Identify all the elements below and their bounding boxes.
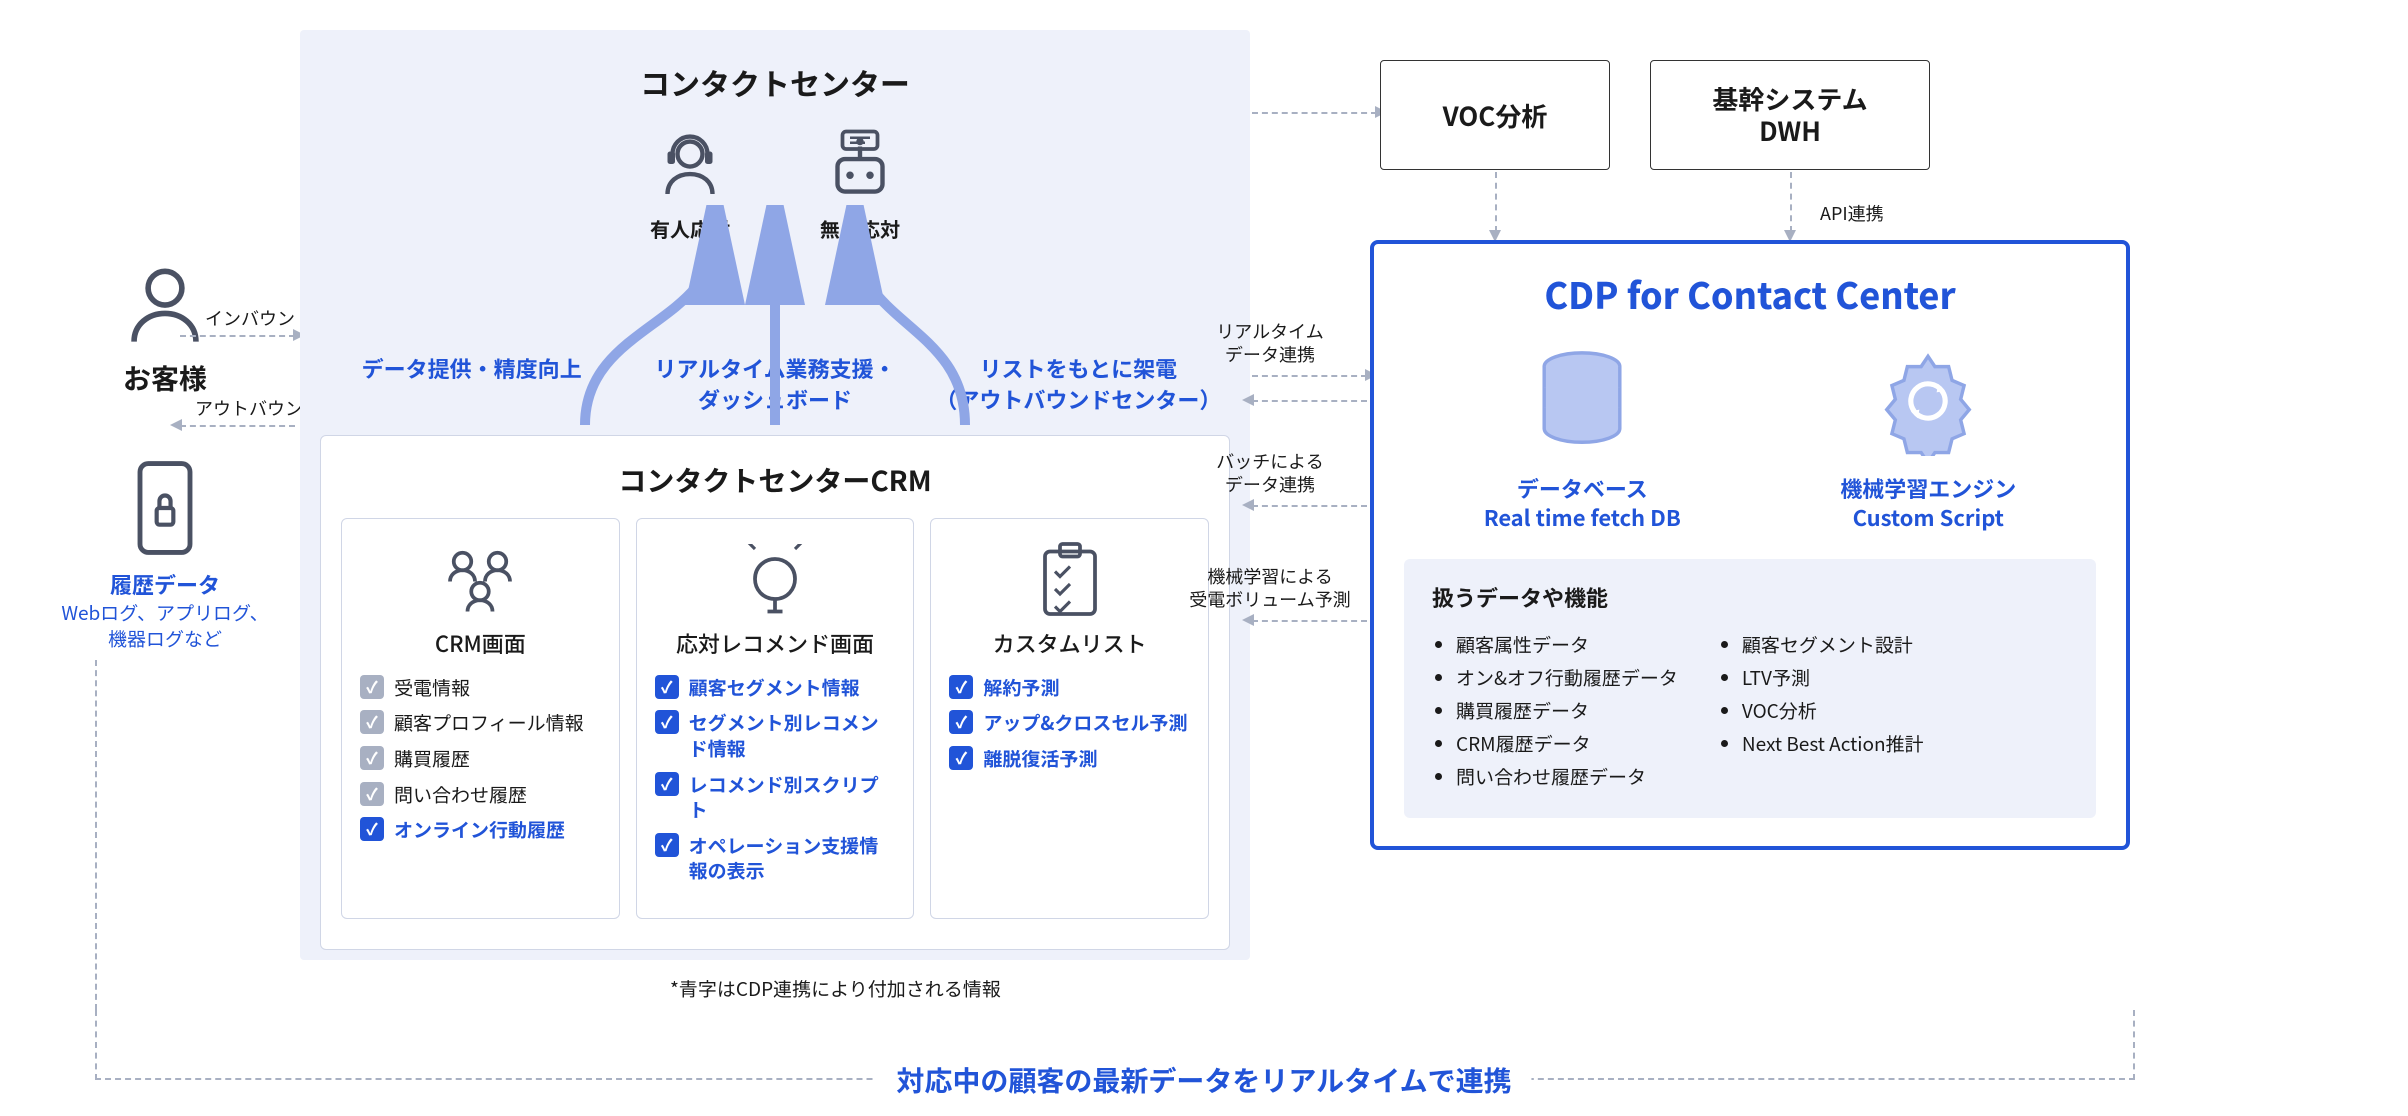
crm-item-label: 顧客プロフィール情報 <box>394 710 584 736</box>
cdp-ml-engine: 機械学習エンジンCustom Script <box>1840 346 2016 531</box>
footnote-text: *青字はCDP連携により付加される情報 <box>670 975 1001 1002</box>
inbound-label: インバウンド <box>205 305 313 331</box>
contact-center-title: コンタクトセンター <box>320 60 1230 104</box>
check-icon <box>949 675 973 699</box>
cc-voc-arrow <box>1252 112 1377 114</box>
customer-label: お客様 <box>60 358 270 398</box>
cdp-data-item: 問い合わせ履歴データ <box>1456 763 1678 790</box>
api-label: API連携 <box>1820 200 1884 226</box>
crm-item-label: 受電情報 <box>394 675 470 701</box>
cdp-data-box: 扱うデータや機能 顧客属性データオン&オフ行動履歴データ購買履歴データ CRM履歴… <box>1404 559 2096 818</box>
cdp-data-title: 扱うデータや機能 <box>1432 581 2068 613</box>
history-desc: Webログ、アプリログ、 機器ログなど <box>60 600 270 651</box>
crm-item-label: 問い合わせ履歴 <box>394 782 527 808</box>
crm-item-label: 購買履歴 <box>394 746 470 772</box>
crm-item: 問い合わせ履歴 <box>360 782 601 808</box>
cdp-data-item: 顧客属性データ <box>1456 631 1678 658</box>
cdp-data-right: 顧客セグメント設計 LTV予測 VOC分析 Next Best Action推計 <box>1718 625 1924 796</box>
flow-label-2: リアルタイム業務支援・ダッシュボード <box>623 353 926 415</box>
check-icon <box>655 833 679 857</box>
cdp-box: CDP for Contact Center データベースReal time f… <box>1370 240 2130 850</box>
crm-item: 購買履歴 <box>360 746 601 772</box>
crm-item-label: オペレーション支援情報の表示 <box>689 833 896 884</box>
history-title: 履歴データ <box>60 568 270 600</box>
crm-col-icon <box>655 539 896 619</box>
crm-col-icon <box>360 539 601 619</box>
chatbot-icon <box>820 124 900 204</box>
crm-item: 顧客セグメント情報 <box>655 675 896 701</box>
flow-labels: データ提供・精度向上 リアルタイム業務支援・ダッシュボード リストをもとに架電（… <box>320 353 1230 415</box>
voc-cdp-arrow <box>1495 172 1497 232</box>
crm-item-label: 解約予測 <box>983 675 1059 701</box>
crm-item: セグメント別レコメンド情報 <box>655 710 896 761</box>
flow-label-1: データ提供・精度向上 <box>320 353 623 415</box>
cdp-database: データベースReal time fetch DB <box>1484 346 1681 531</box>
cdp-title: CDP for Contact Center <box>1404 268 2096 320</box>
crm-item: 解約予測 <box>949 675 1190 701</box>
check-icon <box>655 710 679 734</box>
crm-col-title: CRM画面 <box>360 627 601 659</box>
check-icon <box>949 710 973 734</box>
cdp-data-item: VOC分析 <box>1742 697 1924 724</box>
bot-agent: 無人応対 <box>820 124 900 243</box>
dwh-box: 基幹システム DWH <box>1650 60 1930 170</box>
crm-box: コンタクトセンターCRM CRM画面受電情報顧客プロフィール情報購買履歴問い合わ… <box>320 435 1230 950</box>
crm-col-0: CRM画面受電情報顧客プロフィール情報購買履歴問い合わせ履歴オンライン行動履歴 <box>341 518 620 919</box>
ml-label: 機械学習による 受電ボリューム予測 <box>1160 565 1380 612</box>
crm-col-title: 応対レコメンド画面 <box>655 627 896 659</box>
crm-item: レコメンド別スクリプト <box>655 772 896 823</box>
crm-item: オペレーション支援情報の表示 <box>655 833 896 884</box>
check-icon <box>360 817 384 841</box>
cdp-data-item: 購買履歴データ <box>1456 697 1678 724</box>
crm-item: 受電情報 <box>360 675 601 701</box>
crm-item-label: レコメンド別スクリプト <box>689 772 896 823</box>
headset-person-icon <box>650 124 730 204</box>
crm-item-label: オンライン行動履歴 <box>394 817 565 843</box>
cdp-data-left: 顧客属性データオン&オフ行動履歴データ購買履歴データ CRM履歴データ問い合わせ履… <box>1432 625 1678 796</box>
crm-item-label: 離脱復活予測 <box>983 746 1097 772</box>
crm-item: オンライン行動履歴 <box>360 817 601 843</box>
crm-title: コンタクトセンターCRM <box>341 460 1209 500</box>
crm-item: 離脱復活予測 <box>949 746 1190 772</box>
bottom-text: 対応中の顧客の最新データをリアルタイムで連携 <box>876 1060 1531 1100</box>
realtime-label: リアルタイム データ連携 <box>1160 320 1380 367</box>
crm-col-icon <box>949 539 1190 619</box>
crm-col-1: 応対レコメンド画面顧客セグメント情報セグメント別レコメンド情報レコメンド別スクリ… <box>636 518 915 919</box>
cdp-data-item: 顧客セグメント設計 <box>1742 631 1924 658</box>
check-icon <box>360 710 384 734</box>
check-icon <box>655 675 679 699</box>
human-agent: 有人応対 <box>650 124 730 243</box>
crm-item: 顧客プロフィール情報 <box>360 710 601 736</box>
crm-col-title: カスタムリスト <box>949 627 1190 659</box>
voc-box: VOC分析 <box>1380 60 1610 170</box>
cdp-data-item: CRM履歴データ <box>1456 730 1678 757</box>
check-icon <box>360 675 384 699</box>
outbound-arrow <box>180 425 295 427</box>
check-icon <box>655 772 679 796</box>
contact-center-box: コンタクトセンター 有人応対 無人応対 データ提供・精度向上 リアルタイム業務支… <box>300 30 1250 960</box>
cdp-data-item: LTV予測 <box>1742 664 1924 691</box>
check-icon <box>949 746 973 770</box>
crm-item-label: 顧客セグメント情報 <box>689 675 860 701</box>
cdp-data-item: Next Best Action推計 <box>1742 730 1924 757</box>
database-icon <box>1527 346 1637 456</box>
cdp-data-item: オン&オフ行動履歴データ <box>1456 664 1678 691</box>
check-icon <box>360 782 384 806</box>
check-icon <box>360 746 384 770</box>
phone-lock-icon <box>60 458 270 558</box>
batch-label: バッチによる データ連携 <box>1160 450 1380 497</box>
crm-item-label: セグメント別レコメンド情報 <box>689 710 896 761</box>
crm-item-label: アップ&クロスセル予測 <box>983 710 1187 736</box>
inbound-arrow <box>180 335 295 337</box>
gear-sync-icon <box>1873 346 1983 456</box>
crm-item: アップ&クロスセル予測 <box>949 710 1190 736</box>
dwh-cdp-arrow <box>1790 172 1792 232</box>
